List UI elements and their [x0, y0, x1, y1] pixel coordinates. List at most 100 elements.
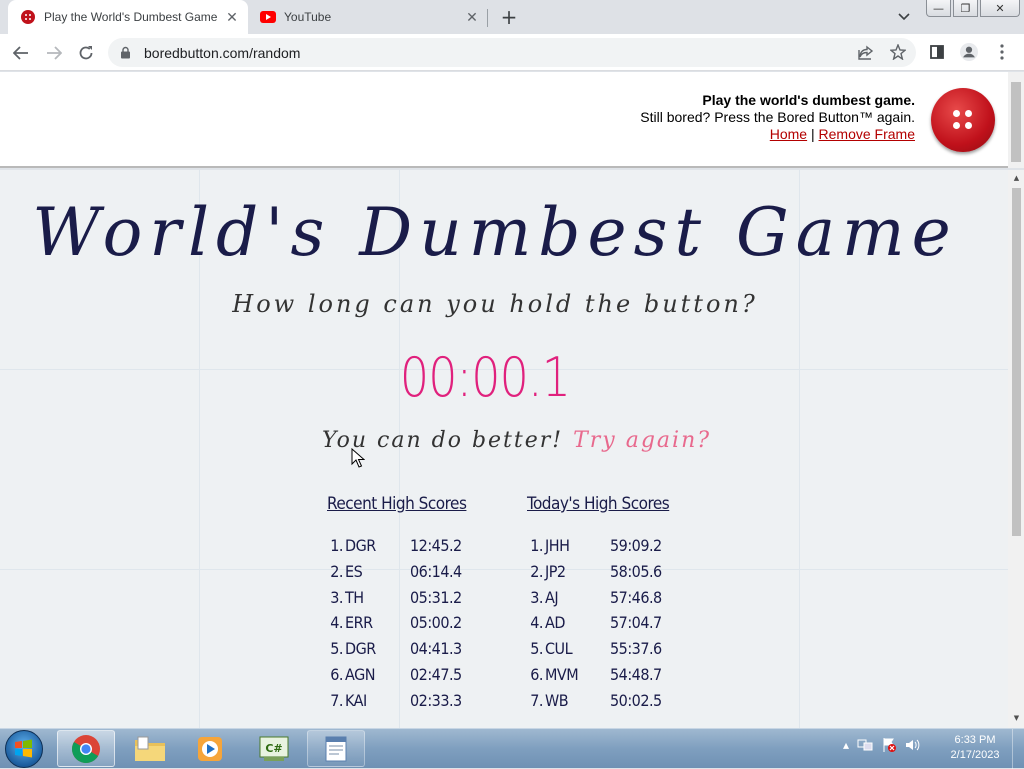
score-name: JP2 [545, 561, 566, 581]
clock-date: 2/17/2023 [950, 749, 1000, 761]
page-scrollbar-thumb[interactable] [1012, 188, 1021, 536]
score-time: 06:14.4 [410, 561, 462, 581]
score-name: MVM [545, 664, 579, 684]
remove-frame-link[interactable]: Remove Frame [819, 126, 915, 142]
score-rank: 7. [530, 690, 543, 710]
todays-high-scores: Today's High Scores 1. JHH 59:09.2 2. JP2 58… [527, 494, 670, 717]
score-row: 7. WB 50:02.5 [527, 691, 669, 717]
back-arrow-icon [13, 46, 28, 60]
show-hidden-icons-icon[interactable]: ▴ [843, 738, 849, 752]
result-message: You can do better! Try again? [322, 428, 711, 453]
back-button[interactable] [8, 40, 34, 66]
tab-search-icon[interactable] [894, 8, 914, 26]
score-rank: 2. [530, 561, 543, 581]
tab-title: Play the World's Dumbest Game [44, 10, 218, 24]
reload-icon [79, 46, 93, 60]
score-time: 57:46.8 [610, 587, 662, 607]
tab-dumbest-game[interactable]: Play the World's Dumbest Game ✕ [8, 0, 248, 34]
score-rank: 4. [330, 613, 343, 633]
close-tab-icon[interactable]: ✕ [462, 7, 482, 27]
frame-header-text: Play the world's dumbest game. Still bor… [640, 92, 915, 143]
try-again-link[interactable]: Try again? [573, 428, 711, 453]
score-time: 05:31.2 [410, 587, 462, 607]
reload-button[interactable] [73, 40, 99, 66]
address-bar[interactable]: boredbutton.com/random [108, 38, 916, 67]
score-name: AGN [345, 664, 375, 684]
tab-youtube[interactable]: YouTube ✕ [248, 0, 488, 34]
bored-button-favicon [20, 9, 36, 25]
bored-button[interactable] [931, 88, 995, 152]
page-scrollbar[interactable]: ▲ ▼ [1008, 170, 1024, 728]
score-time: 05:00.2 [410, 613, 462, 633]
taskbar-notepad-app[interactable] [307, 730, 365, 767]
taskbar-clock[interactable]: 6:33 PM 2/17/2023 [939, 733, 1011, 763]
scroll-up-arrow-icon[interactable]: ▲ [1012, 174, 1021, 182]
bored-button-frame-header: Play the world's dumbest game. Still bor… [0, 72, 1024, 168]
menu-kebab-icon[interactable] [993, 43, 1011, 61]
tab-separator [487, 9, 488, 27]
outer-scrollbar-thumb[interactable] [1011, 82, 1021, 162]
game-subtitle: How long can you hold the button? [232, 290, 758, 318]
volume-icon[interactable] [905, 737, 921, 753]
show-desktop-button[interactable] [1012, 729, 1024, 769]
score-rank: 7. [330, 690, 343, 710]
start-orb[interactable] [5, 730, 43, 768]
mouse-cursor-icon [351, 448, 365, 468]
profile-avatar-icon[interactable] [960, 43, 978, 61]
score-name: AD [545, 613, 565, 633]
close-window-button[interactable]: ✕ [980, 0, 1020, 17]
notepad-app-icon [325, 736, 347, 761]
tab-title: YouTube [284, 10, 332, 24]
taskbar-media-player[interactable] [181, 730, 239, 767]
file-explorer-icon [135, 736, 165, 761]
side-panel-icon[interactable] [928, 43, 946, 61]
url-text: boredbutton.com/random [144, 44, 301, 61]
home-link[interactable]: Home [770, 126, 807, 142]
score-time: 54:48.7 [610, 664, 662, 684]
lock-icon[interactable] [120, 46, 134, 60]
windows-taskbar: C# ▴ 6:33 PM 2/17/2023 [0, 728, 1024, 769]
minimize-button[interactable]: — [926, 0, 951, 17]
forward-button[interactable] [41, 40, 67, 66]
share-icon[interactable] [857, 43, 875, 61]
system-tray: ▴ [843, 737, 921, 753]
chrome-icon [72, 734, 100, 763]
tab-strip: Play the World's Dumbest Game ✕ YouTube … [0, 0, 1024, 34]
score-name: TH [345, 587, 364, 607]
score-time: 02:33.3 [410, 690, 462, 710]
score-time: 59:09.2 [610, 536, 662, 555]
score-row: 1. JHH 59:09.2 [527, 536, 669, 562]
close-tab-icon[interactable]: ✕ [222, 7, 242, 27]
score-time: 55:37.6 [610, 639, 662, 659]
score-rank: 1. [530, 536, 543, 555]
score-row: 6. AGN 02:47.5 [327, 665, 466, 691]
score-time: 02:47.5 [410, 664, 462, 684]
network-icon[interactable] [857, 737, 873, 753]
taskbar-file-explorer[interactable] [121, 730, 179, 767]
restore-button[interactable]: ❐ [953, 0, 978, 17]
scroll-down-arrow-icon[interactable]: ▼ [1012, 714, 1021, 722]
score-time: 58:05.6 [610, 561, 662, 581]
score-row: 1. DGR 12:45.2 [327, 536, 466, 562]
score-rank: 5. [330, 639, 343, 659]
action-center-flag-icon[interactable] [881, 737, 897, 753]
score-time: 12:45.2 [410, 536, 462, 555]
score-name: AJ [545, 587, 559, 607]
score-name: ES [345, 561, 363, 581]
link-separator: | [811, 126, 815, 142]
taskbar-csharp-app[interactable]: C# [245, 730, 303, 767]
score-row: 7. KAI 02:33.3 [327, 691, 466, 717]
score-rank: 6. [330, 664, 343, 684]
media-player-icon [198, 736, 222, 761]
score-row: 2. JP2 58:05.6 [527, 562, 669, 588]
score-row: 5. DGR 04:41.3 [327, 639, 466, 665]
taskbar-chrome[interactable] [57, 730, 115, 767]
outer-scrollbar[interactable] [1008, 72, 1024, 168]
new-tab-button[interactable]: + [498, 5, 520, 29]
forward-arrow-icon [47, 46, 62, 60]
window-controls: — ❐ ✕ [926, 0, 1020, 17]
hold-timer: 00:00.1 [399, 346, 571, 409]
frame-subline: Still bored? Press the Bored Button™ aga… [640, 109, 915, 125]
today-scores-heading: Today's High Scores [527, 494, 670, 514]
bookmark-star-icon[interactable] [889, 43, 907, 61]
